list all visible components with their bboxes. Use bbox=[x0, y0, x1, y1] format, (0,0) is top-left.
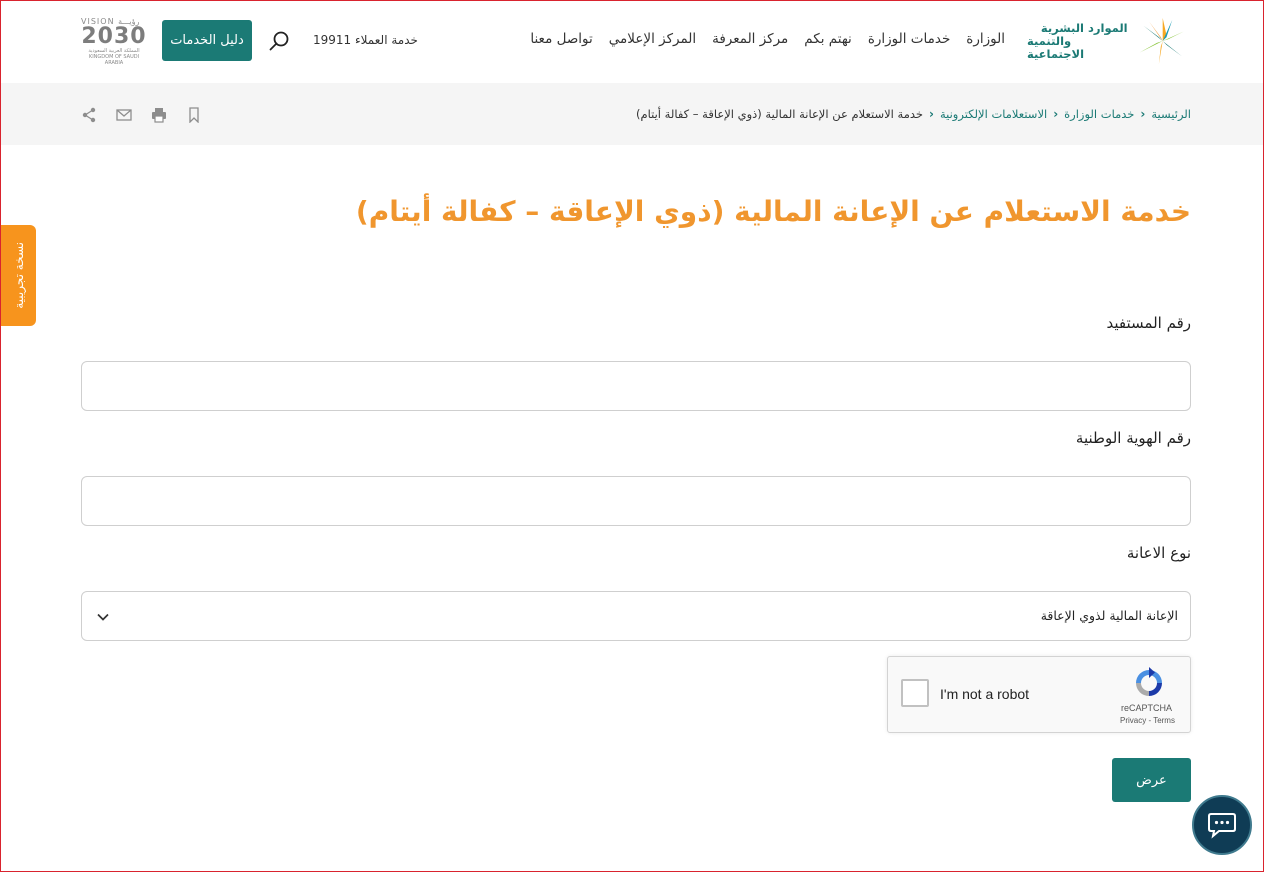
search-icon[interactable] bbox=[267, 29, 291, 53]
nav-we-care[interactable]: نهتم بكم bbox=[804, 31, 852, 47]
nav-contact-us[interactable]: تواصل معنا bbox=[530, 31, 592, 47]
national-id-input[interactable] bbox=[81, 476, 1191, 526]
nav-knowledge-center[interactable]: مركز المعرفة bbox=[712, 31, 788, 47]
beneficiary-number-input[interactable] bbox=[81, 361, 1191, 411]
services-guide-button[interactable]: دليل الخدمات bbox=[162, 20, 252, 61]
national-id-label: رقم الهوية الوطنية bbox=[1075, 429, 1191, 447]
vision-2030-logo[interactable]: VISION رؤيـــة 2030 المملكة العربية السع… bbox=[81, 17, 147, 66]
breadcrumb-electronic-inquiries[interactable]: الاستعلامات الإلكترونية bbox=[940, 107, 1047, 121]
vision-logo-line4: KINGDOM OF SAUDI ARABIA bbox=[88, 54, 140, 66]
chevron-left-icon: ‹ bbox=[929, 107, 934, 121]
nav-ministry[interactable]: الوزارة bbox=[966, 31, 1005, 47]
site-header: الموارد البشرية والتنمية الاجتماعية الوز… bbox=[1, 1, 1263, 83]
breadcrumb-bar: الرئيسية ‹ خدمات الوزارة ‹ الاستعلامات ا… bbox=[1, 83, 1263, 145]
customer-service-hotline[interactable]: خدمة العملاء 19911 bbox=[313, 33, 418, 47]
chat-bubble-icon bbox=[1208, 813, 1236, 839]
chat-button[interactable] bbox=[1192, 795, 1252, 855]
breadcrumb-current: خدمة الاستعلام عن الإعانة المالية (ذوي ا… bbox=[636, 107, 924, 121]
page-tools bbox=[81, 107, 202, 123]
ministry-logo[interactable]: الموارد البشرية والتنمية الاجتماعية bbox=[1027, 15, 1191, 67]
aid-type-label: نوع الاعانة bbox=[1126, 544, 1191, 562]
ministry-logo-line1: الموارد البشرية bbox=[1040, 20, 1128, 35]
chevron-down-icon bbox=[97, 613, 109, 621]
vision-logo-line2: 2030 bbox=[81, 24, 147, 49]
submit-button[interactable]: عرض bbox=[1112, 758, 1191, 802]
ministry-star-icon bbox=[1139, 18, 1184, 64]
aid-type-select[interactable]: الإعانة المالية لذوي الإعاقة bbox=[81, 591, 1191, 641]
beta-version-label: نسخة تجريبية bbox=[11, 242, 26, 309]
main-nav: الوزارة خدمات الوزارة نهتم بكم مركز المع… bbox=[530, 31, 1005, 47]
recaptcha-privacy-terms[interactable]: Privacy - Terms bbox=[1120, 716, 1175, 725]
bookmark-icon[interactable] bbox=[186, 107, 202, 123]
breadcrumb-ministry-services[interactable]: خدمات الوزارة bbox=[1064, 107, 1134, 121]
breadcrumb-home[interactable]: الرئيسية bbox=[1151, 107, 1191, 121]
ministry-logo-line2: والتنمية الاجتماعية bbox=[1027, 33, 1085, 61]
share-icon[interactable] bbox=[81, 107, 97, 123]
nav-ministry-services[interactable]: خدمات الوزارة bbox=[868, 31, 950, 47]
recaptcha-logo-icon bbox=[1136, 667, 1162, 696]
page-title: خدمة الاستعلام عن الإعانة المالية (ذوي ا… bbox=[355, 195, 1191, 228]
email-icon[interactable] bbox=[116, 107, 132, 123]
nav-media-center[interactable]: المركز الإعلامي bbox=[609, 31, 696, 47]
recaptcha-checkbox[interactable] bbox=[901, 679, 929, 707]
beta-version-tab[interactable]: نسخة تجريبية bbox=[1, 225, 36, 326]
print-icon[interactable] bbox=[151, 107, 167, 123]
recaptcha-widget: I'm not a robot reCAPTCHA Privacy - Term… bbox=[887, 656, 1191, 733]
recaptcha-brand: reCAPTCHA bbox=[1121, 703, 1173, 713]
recaptcha-label: I'm not a robot bbox=[940, 686, 1030, 702]
aid-type-selected-value: الإعانة المالية لذوي الإعاقة bbox=[1040, 608, 1178, 623]
chevron-left-icon: ‹ bbox=[1053, 107, 1059, 121]
breadcrumb: الرئيسية ‹ خدمات الوزارة ‹ الاستعلامات ا… bbox=[636, 107, 1191, 121]
ministry-logo-text: الموارد البشرية والتنمية الاجتماعية bbox=[1027, 20, 1128, 61]
chevron-left-icon: ‹ bbox=[1140, 107, 1146, 121]
beneficiary-number-label: رقم المستفيد bbox=[1106, 314, 1191, 332]
